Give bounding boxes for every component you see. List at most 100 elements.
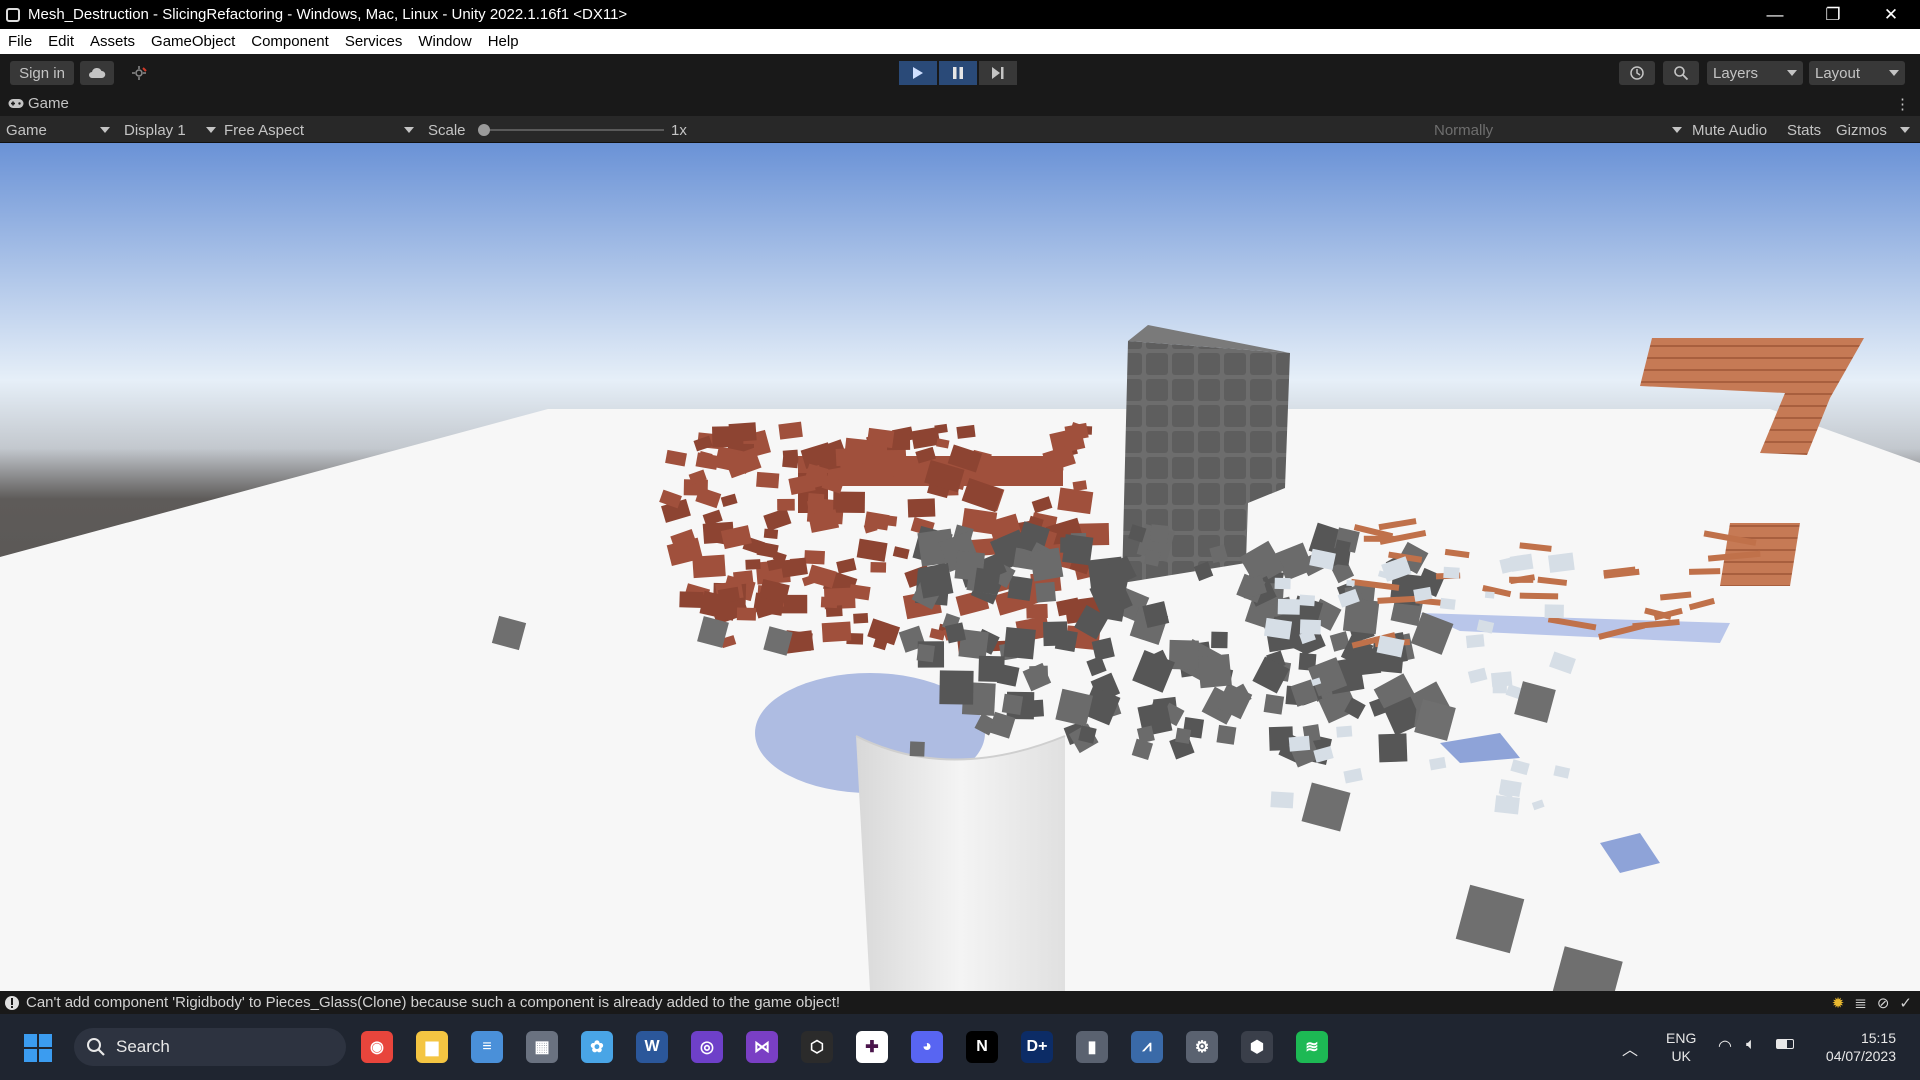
chevron-down-icon [1672,127,1682,133]
clock-time: 15:15 [1860,1030,1896,1046]
stack-icon[interactable]: ≣ [1854,994,1867,1012]
chevron-down-icon [1787,70,1797,76]
check-circle-icon[interactable]: ✓ [1899,994,1912,1012]
windows-start-icon[interactable] [24,1034,52,1062]
collab-icon [132,66,147,80]
pause-icon [953,67,963,79]
unity-hub-icon[interactable]: ⬡ [801,1031,833,1063]
gamepad-icon [8,99,24,108]
chevron-up-icon[interactable]: ︿ [1622,1036,1638,1060]
warning-info-icon [5,995,19,1010]
play-button[interactable] [899,61,937,85]
scale-slider[interactable] [478,120,664,140]
mute-audio-button[interactable]: Mute Audio [1692,120,1767,140]
menu-gameobject[interactable]: GameObject [143,33,243,50]
scale-value: 1x [671,121,687,139]
display-dropdown[interactable]: Display 1 [124,120,216,140]
scale-label: Scale [428,121,466,139]
aspect-dropdown[interactable]: Free Aspect [224,120,414,140]
more-options-icon[interactable]: ⋮ [1895,95,1910,113]
language-indicator[interactable]: ENG UK [1666,1029,1696,1065]
unity-app-icon [6,7,20,22]
wifi-icon[interactable]: ◠ [1718,1036,1732,1056]
scale-slider-thumb[interactable] [478,124,490,136]
gizmos-button[interactable]: Gizmos [1836,120,1887,140]
vsync-label: Normally [1434,121,1494,139]
tab-game[interactable]: Game [8,95,69,112]
taskbar-search-label: Search [116,1037,170,1056]
clock-date: 04/07/2023 [1825,1048,1896,1064]
cloud-icon [89,67,106,78]
chrome-icon[interactable]: ◉ [361,1031,393,1063]
github-desktop-icon[interactable]: ◎ [691,1031,723,1063]
console-status-bar[interactable]: Can't add component 'Rigidbody' to Piece… [0,991,1920,1014]
step-button[interactable] [979,61,1017,85]
file-explorer-icon[interactable]: ▆ [416,1031,448,1063]
layers-dropdown[interactable]: Layers [1707,61,1803,85]
pause-button[interactable] [939,61,977,85]
layout-label: Layout [1815,64,1861,82]
taskbar-search-box[interactable]: Search [74,1028,346,1066]
menu-file[interactable]: File [0,33,40,50]
restore-button[interactable]: ❐ [1804,0,1862,29]
close-button[interactable]: ✕ [1862,0,1920,29]
minimize-button[interactable]: — [1746,0,1804,29]
no-cache-icon[interactable]: ⊘ [1877,994,1890,1012]
voice-recorder-icon[interactable]: ▮ [1076,1031,1108,1063]
chevron-down-icon [1889,70,1899,76]
gizmos-dropdown-arrow[interactable] [1900,120,1910,140]
calculator-icon[interactable]: ▦ [526,1031,558,1063]
notepad-icon[interactable]: ≡ [471,1031,503,1063]
search-icon [1674,66,1689,81]
settings-icon[interactable]: ⚙ [1186,1031,1218,1063]
window-title-bar: Mesh_Destruction - SlicingRefactoring - … [0,0,1920,29]
battery-icon[interactable] [1776,1039,1794,1049]
history-button[interactable] [1619,61,1655,85]
collab-button[interactable] [122,61,156,85]
slack-icon[interactable]: ✚ [856,1031,888,1063]
language-top: ENG [1666,1030,1697,1046]
volume-icon[interactable]: 🔈︎ [1746,1036,1756,1054]
sign-in-button[interactable]: Sign in [10,61,74,85]
unity-editor-icon[interactable]: ⬢ [1241,1031,1273,1063]
step-icon [992,67,1004,79]
search-icon [87,1038,105,1056]
scale-slider-track [478,129,664,131]
main-toolbar: Sign in Layers Layout [0,54,1920,92]
netflix-icon[interactable]: N [966,1031,998,1063]
chevron-down-icon [1900,127,1910,133]
menu-assets[interactable]: Assets [82,33,143,50]
disney-plus-icon[interactable]: D+ [1021,1031,1053,1063]
chevron-down-icon [100,127,110,133]
menu-bar: File Edit Assets GameObject Component Se… [0,29,1920,54]
aspect-label: Free Aspect [224,121,305,139]
menu-component[interactable]: Component [243,33,337,50]
window-title: Mesh_Destruction - SlicingRefactoring - … [28,6,628,23]
cloud-button[interactable] [80,61,114,85]
word-icon[interactable]: W [636,1031,668,1063]
visual-studio-icon[interactable]: ⋈ [746,1031,778,1063]
chevron-down-icon [206,127,216,133]
resource-monitor-icon[interactable]: ⩘ [1131,1031,1163,1063]
menu-help[interactable]: Help [480,33,527,50]
language-bottom: UK [1671,1048,1691,1064]
menu-services[interactable]: Services [337,33,411,50]
bug-icon[interactable]: ✹ [1832,994,1845,1012]
game-view-toolbar: Game Display 1 Free Aspect Scale 1x Norm… [0,116,1920,143]
game-viewport[interactable] [0,143,1920,991]
search-button[interactable] [1663,61,1699,85]
stats-button[interactable]: Stats [1787,120,1821,140]
tab-game-label: Game [28,95,69,112]
vsync-dropdown[interactable]: Normally [1434,120,1682,140]
clock[interactable]: 15:15 04/07/2023 [1812,1029,1896,1065]
menu-window[interactable]: Window [410,33,479,50]
menu-edit[interactable]: Edit [40,33,82,50]
paint-icon[interactable]: ✿ [581,1031,613,1063]
spotify-icon[interactable]: ≋ [1296,1031,1328,1063]
layout-dropdown[interactable]: Layout [1809,61,1905,85]
windows-taskbar: Search ◉ ▆ ≡ ▦ ✿ W ◎ ⋈ ⬡ ✚ ◕ N D+ ▮ ⩘ ⚙ ⬢ ≋ ︿ ENG UK ◠ 🔈︎… [0,1014,1920,1080]
view-mode-dropdown[interactable]: Game [6,120,110,140]
play-controls [899,61,1019,85]
discord-icon[interactable]: ◕ [911,1031,943,1063]
display-label: Display 1 [124,121,186,139]
